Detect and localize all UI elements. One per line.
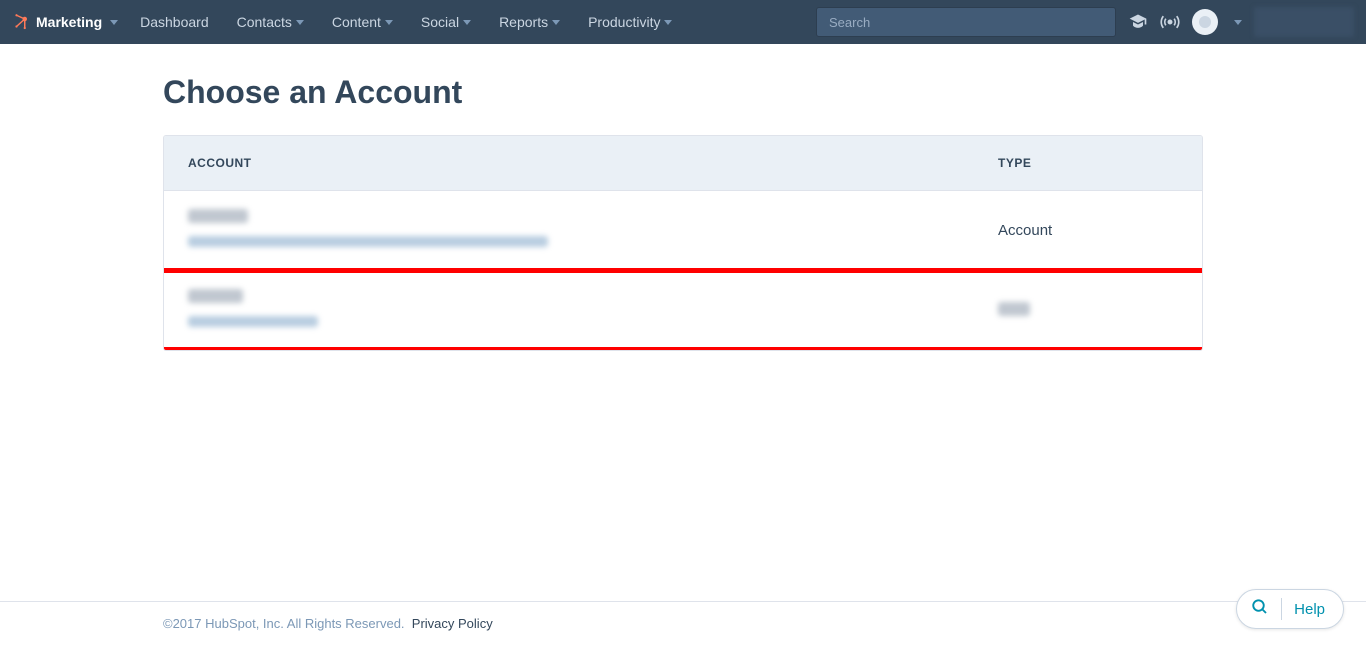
account-name-redacted: [188, 209, 248, 223]
header-type: TYPE: [998, 156, 1031, 170]
account-table: ACCOUNT TYPE Account: [163, 135, 1203, 351]
type-redacted: [998, 302, 1030, 316]
account-sub-redacted: [188, 316, 318, 327]
account-name-redacted: [188, 289, 243, 303]
header-account: ACCOUNT: [188, 156, 252, 170]
nav-item-label: Content: [332, 14, 381, 30]
divider: [1281, 598, 1282, 620]
avatar[interactable]: [1192, 9, 1218, 35]
brand-section[interactable]: Marketing: [12, 13, 118, 31]
copyright: ©2017 HubSpot, Inc. All Rights Reserved.: [163, 616, 405, 631]
nav-items: Dashboard Contacts Content Social Report…: [126, 0, 686, 44]
type-value: Account: [998, 222, 1178, 239]
account-info: [188, 289, 998, 332]
table-header: ACCOUNT TYPE: [164, 136, 1202, 190]
nav-item-dashboard[interactable]: Dashboard: [126, 0, 223, 44]
table-row[interactable]: Account: [164, 190, 1202, 270]
privacy-link[interactable]: Privacy Policy: [412, 616, 493, 631]
broadcast-icon[interactable]: [1160, 12, 1180, 32]
brand-label: Marketing: [36, 14, 102, 30]
search-icon: [1251, 598, 1269, 621]
academy-icon[interactable]: [1128, 12, 1148, 32]
caret-down-icon: [385, 20, 393, 25]
account-info-redacted: [1254, 7, 1354, 37]
caret-down-icon: [664, 20, 672, 25]
nav-item-label: Productivity: [588, 14, 660, 30]
nav-item-label: Social: [421, 14, 459, 30]
account-sub-redacted: [188, 236, 548, 247]
caret-down-icon: [110, 20, 118, 25]
nav-item-label: Dashboard: [140, 14, 209, 30]
caret-down-icon: [296, 20, 304, 25]
footer: ©2017 HubSpot, Inc. All Rights Reserved.…: [0, 601, 1366, 645]
page-content: Choose an Account ACCOUNT TYPE Account: [163, 44, 1203, 351]
nav-item-contacts[interactable]: Contacts: [223, 0, 318, 44]
top-nav: Marketing Dashboard Contacts Content Soc…: [0, 0, 1366, 44]
nav-item-label: Contacts: [237, 14, 292, 30]
caret-down-icon: [552, 20, 560, 25]
help-label: Help: [1294, 601, 1325, 618]
search-input[interactable]: [816, 7, 1116, 37]
type-value: [998, 302, 1178, 320]
page-title: Choose an Account: [163, 74, 1203, 111]
nav-item-productivity[interactable]: Productivity: [574, 0, 686, 44]
hubspot-logo-icon: [12, 13, 30, 31]
avatar-placeholder-icon: [1199, 16, 1211, 28]
help-button[interactable]: Help: [1236, 589, 1344, 629]
nav-right: [816, 7, 1354, 37]
nav-item-reports[interactable]: Reports: [485, 0, 574, 44]
account-info: [188, 209, 998, 252]
caret-down-icon: [1234, 20, 1242, 25]
table-row-highlighted[interactable]: [163, 270, 1203, 350]
nav-item-content[interactable]: Content: [318, 0, 407, 44]
nav-item-label: Reports: [499, 14, 548, 30]
nav-item-social[interactable]: Social: [407, 0, 485, 44]
caret-down-icon: [463, 20, 471, 25]
